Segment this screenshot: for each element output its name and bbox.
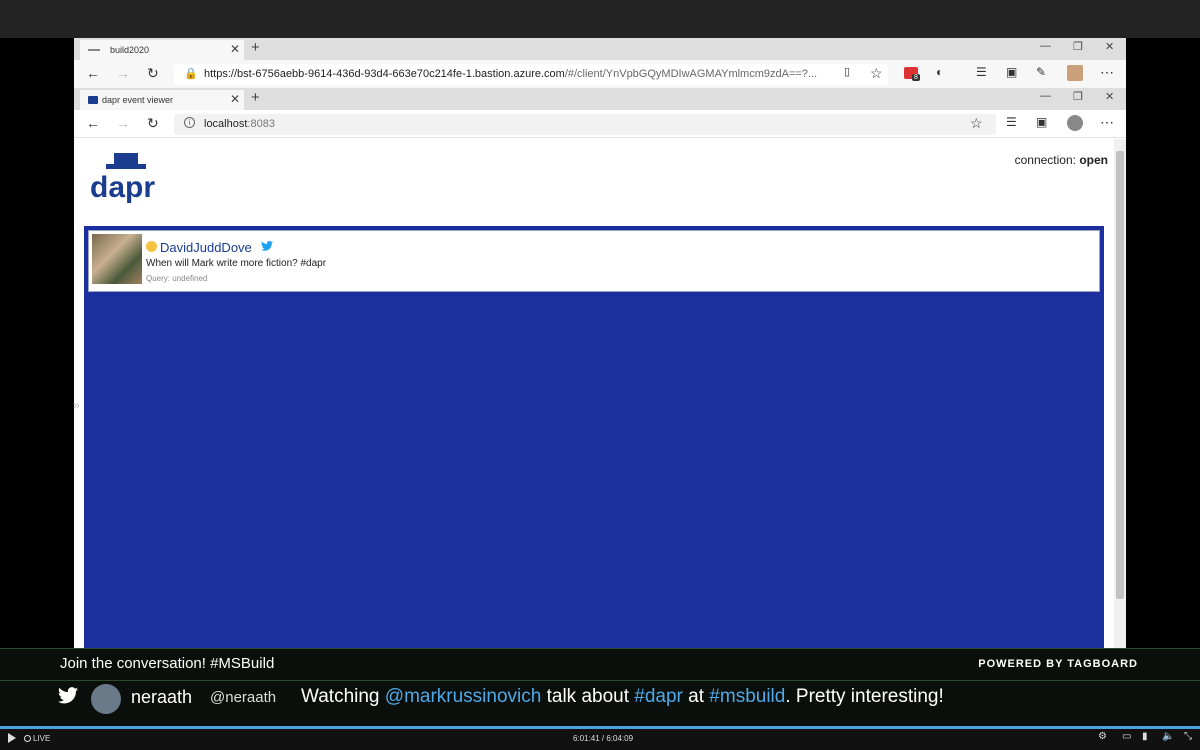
twitter-bird-icon: [58, 687, 78, 704]
minimize-icon[interactable]: —: [1040, 40, 1051, 52]
inner-tab-dapr-event-viewer[interactable]: dapr event viewer ✕: [80, 90, 244, 110]
page-scrollbar[interactable]: [1114, 139, 1126, 648]
forward-arrow-icon[interactable]: →: [116, 66, 130, 80]
window-close-icon[interactable]: ✕: [1105, 40, 1114, 53]
inner-tab-title: dapr event viewer: [102, 95, 174, 105]
info-icon: i: [184, 117, 195, 128]
outer-address-bar: ← → ↻ 🔒 https://bst-6756aebb-9614-436d-9…: [74, 60, 1126, 88]
profile-avatar[interactable]: [1067, 65, 1083, 81]
close-icon[interactable]: ✕: [230, 42, 240, 56]
back-arrow-icon[interactable]: ←: [86, 116, 100, 130]
reading-view-icon[interactable]: ▯: [844, 67, 850, 78]
post-mention: @markrussinovich: [384, 686, 542, 707]
favorite-star-icon[interactable]: ☆: [870, 66, 883, 80]
feedback-icon[interactable]: ✎: [1036, 66, 1046, 78]
tweet-avatar: [92, 234, 142, 284]
collections-icon[interactable]: ▣: [1036, 116, 1047, 128]
post-text-part: at: [682, 686, 710, 707]
favorites-list-icon[interactable]: ☰: [976, 66, 987, 78]
live-indicator[interactable]: LIVE: [24, 734, 50, 743]
outer-tab-build2020[interactable]: build2020 ✕: [80, 40, 244, 60]
dapr-favicon-icon: [88, 96, 98, 104]
page-icon: [88, 49, 100, 51]
play-icon[interactable]: [8, 733, 16, 743]
emoji-icon: [146, 241, 157, 252]
progress-bar[interactable]: [0, 726, 1200, 729]
powered-by-tagboard: POWERED BY TAGBOARD: [978, 658, 1138, 670]
connection-label: connection:: [1014, 153, 1076, 167]
volume-icon[interactable]: 🔈: [1162, 731, 1174, 742]
post-hashtag-dapr: #dapr: [634, 686, 683, 707]
post-text: Watching @markrussinovich talk about #da…: [301, 686, 944, 708]
refresh-icon[interactable]: ↻: [147, 66, 159, 80]
refresh-icon[interactable]: ↻: [147, 116, 159, 130]
post-text-part: Watching: [301, 686, 385, 707]
outer-url-path: /#/client/YnVpbGQyMDIwAGMAYmlmcm9zdA==?.…: [564, 68, 818, 80]
collections-icon[interactable]: ▣: [1006, 66, 1017, 78]
lock-icon: 🔒: [184, 68, 198, 80]
signal-icon[interactable]: ▮: [1142, 731, 1148, 742]
restore-icon[interactable]: ❐: [1073, 40, 1083, 53]
outer-tab-strip: build2020 ✕ + — ❐ ✕: [74, 38, 1126, 60]
tagboard-overlay: Join the conversation! #MSBuild POWERED …: [0, 648, 1200, 726]
overlay-divider: [0, 680, 1200, 681]
outer-url-field[interactable]: 🔒 https://bst-6756aebb-9614-436d-93d4-66…: [174, 64, 888, 85]
remote-desktop-screen: build2020 ✕ + — ❐ ✕ ← → ↻ 🔒 https://bst-…: [74, 38, 1126, 648]
minimize-icon[interactable]: —: [1040, 90, 1051, 102]
inner-url-field[interactable]: i localhost:8083: [174, 114, 996, 135]
twitter-bird-icon: [261, 241, 273, 251]
favorite-star-icon[interactable]: ☆: [970, 116, 983, 130]
forward-arrow-icon[interactable]: →: [116, 116, 130, 130]
favorites-list-icon[interactable]: ☰: [1006, 116, 1017, 128]
video-player-controls: LIVE 6:01:41 / 6:04:09 ⚙ ▭ ▮ 🔈 ⤡: [0, 726, 1200, 750]
inner-url-host: localhost: [204, 118, 248, 130]
close-icon[interactable]: ✕: [230, 92, 240, 106]
tweet-card[interactable]: DavidJuddDove When will Mark write more …: [88, 230, 1100, 292]
time-display: 6:01:41 / 6:04:09: [573, 734, 634, 743]
event-feed: DavidJuddDove When will Mark write more …: [84, 226, 1104, 648]
new-tab-icon[interactable]: +: [251, 39, 260, 56]
inner-tab-strip: dapr event viewer ✕ + — ❐ ✕: [74, 88, 1126, 110]
join-conversation-text: Join the conversation! #MSBuild: [60, 655, 275, 672]
more-menu-icon[interactable]: ⋯: [1100, 115, 1114, 129]
logo-text: dapr: [90, 171, 155, 204]
captions-icon[interactable]: ⚙: [1098, 731, 1107, 742]
inner-url-port: :8083: [247, 118, 275, 130]
top-black-bar: [0, 0, 1200, 38]
post-hashtag-msbuild: #msbuild: [709, 686, 786, 707]
tweet-query: Query: undefined: [146, 274, 208, 283]
new-tab-icon[interactable]: +: [251, 89, 260, 106]
post-text-part: . Pretty interesting!: [785, 686, 944, 707]
fullscreen-exit-icon[interactable]: ⤡: [1184, 731, 1192, 742]
restore-icon[interactable]: ❐: [1073, 90, 1083, 103]
poster-avatar: [91, 684, 121, 714]
live-dot-icon: [24, 735, 31, 742]
live-label: LIVE: [33, 734, 51, 743]
circle-extension-icon[interactable]: ◐: [936, 66, 943, 78]
dapr-logo: dapr: [90, 153, 155, 204]
outer-url-host: https://bst-6756aebb-9614-436d-93d4-663e…: [204, 68, 565, 80]
poster-handle: @neraath: [210, 689, 277, 706]
outer-tab-title: build2020: [110, 45, 150, 55]
back-arrow-icon[interactable]: ←: [86, 66, 100, 80]
post-text-part: talk about: [541, 686, 635, 707]
tweet-username[interactable]: DavidJuddDove: [160, 240, 252, 255]
profile-avatar[interactable]: [1067, 115, 1083, 131]
dapr-event-viewer-page: dapr connection: open DavidJuddDove When…: [74, 139, 1114, 648]
screen-icon[interactable]: ▭: [1122, 731, 1131, 742]
more-menu-icon[interactable]: ⋯: [1100, 65, 1114, 79]
connection-status: connection: open: [1015, 153, 1108, 167]
expand-chevron-icon[interactable]: »: [73, 398, 80, 412]
extension-badge: 8: [912, 74, 920, 81]
poster-name: neraath: [131, 687, 193, 707]
window-close-icon[interactable]: ✕: [1105, 90, 1114, 103]
tweet-text: When will Mark write more fiction? #dapr: [146, 258, 327, 269]
scrollbar-thumb[interactable]: [1116, 151, 1124, 599]
connection-value: open: [1079, 153, 1108, 167]
inner-address-bar: ← → ↻ i localhost:8083 ☆ ☰ ▣ ⋯: [74, 110, 1126, 138]
